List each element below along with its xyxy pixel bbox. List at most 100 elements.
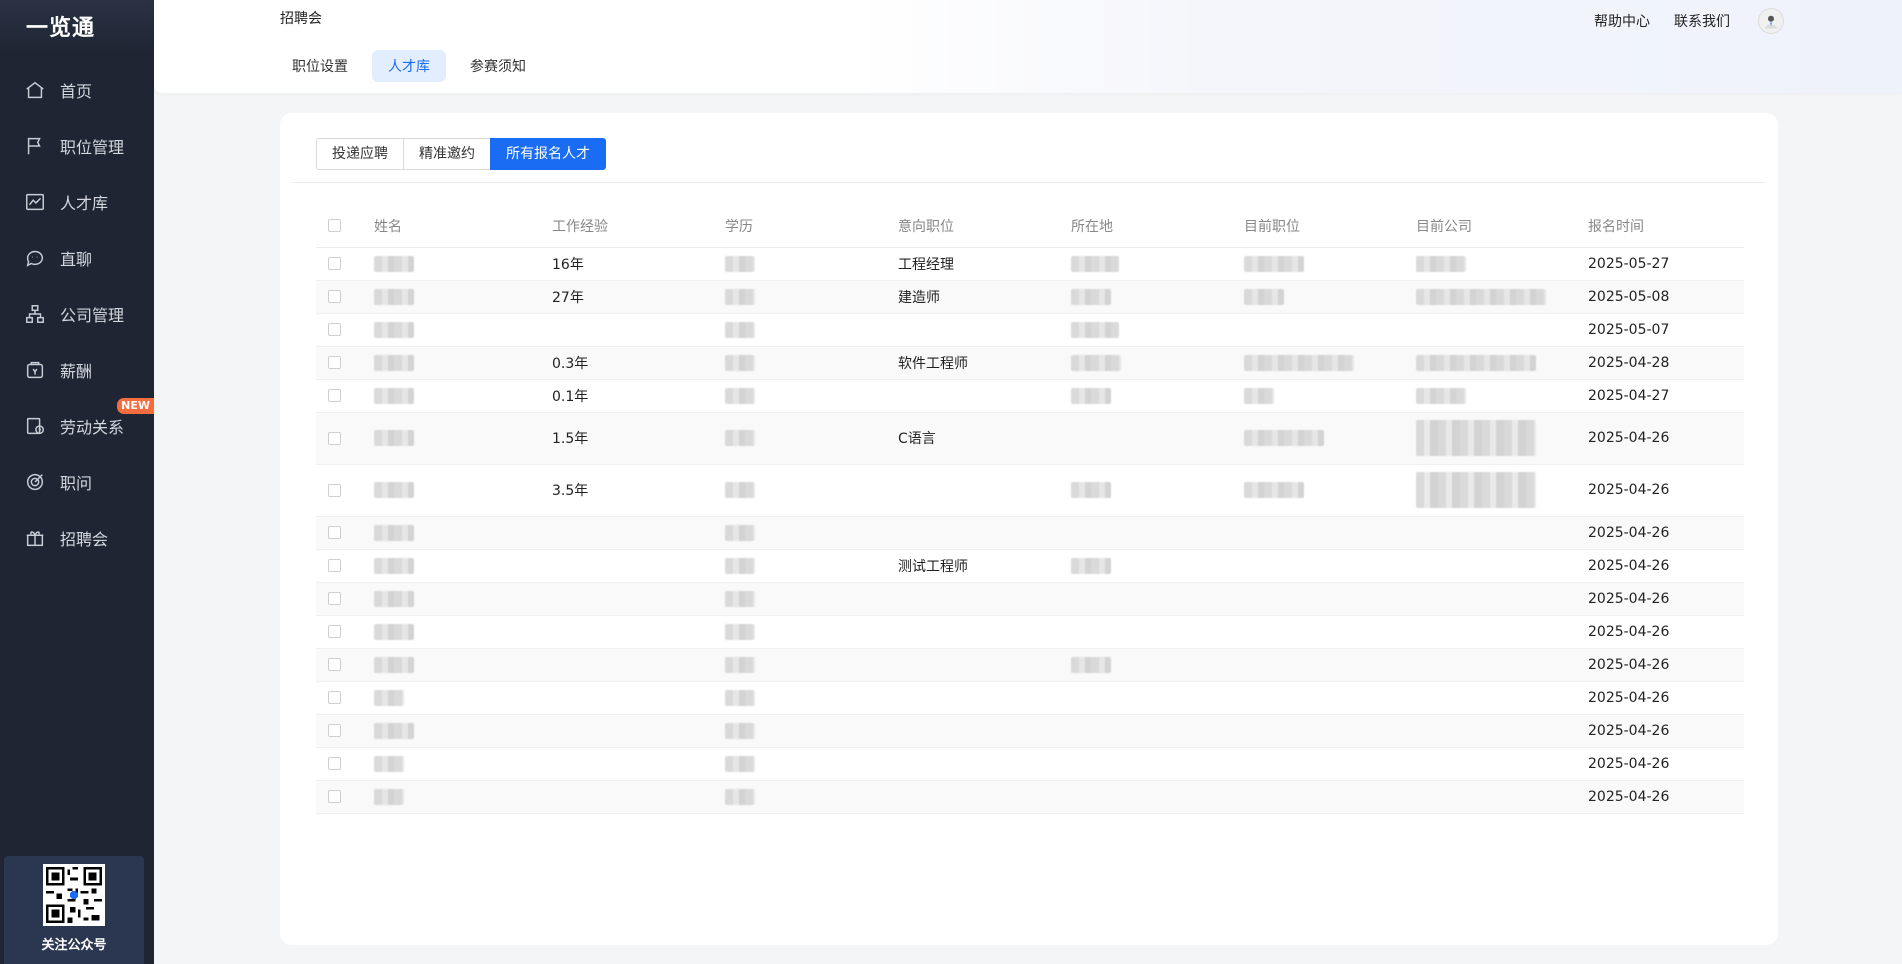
tab-job-settings[interactable]: 职位设置 <box>276 50 364 82</box>
redacted-value <box>374 689 404 706</box>
cell-name <box>374 379 552 413</box>
redacted-value <box>374 623 414 640</box>
row-checkbox[interactable] <box>328 431 341 445</box>
row-checkbox[interactable] <box>328 323 341 336</box>
cell-intended-position <box>898 615 1071 649</box>
cell-intended-position <box>898 464 1071 517</box>
row-select-cell <box>316 280 374 314</box>
redacted-value <box>374 656 414 673</box>
gift-icon <box>24 527 46 549</box>
segment-control: 投递应聘 精准邀约 所有报名人才 <box>316 138 606 170</box>
table-row[interactable]: 2025-04-26 <box>316 615 1744 649</box>
table-row[interactable]: 2025-04-26 <box>316 582 1744 616</box>
table-row[interactable]: 2025-05-07 <box>316 313 1744 347</box>
cell-education <box>725 780 898 814</box>
cell-location <box>1071 648 1244 682</box>
segment-invited[interactable]: 精准邀约 <box>403 138 491 170</box>
row-checkbox[interactable] <box>328 526 341 539</box>
table-row[interactable]: 2025-04-26 <box>316 714 1744 748</box>
cell-experience <box>552 615 725 649</box>
cell-location <box>1071 313 1244 347</box>
table-row[interactable]: 2025-04-26 <box>316 516 1744 550</box>
row-select-cell <box>316 714 374 748</box>
redacted-value <box>374 590 414 607</box>
sidebar-item-jobfair[interactable]: 招聘会 <box>0 510 154 566</box>
redacted-value <box>725 354 755 371</box>
cell-location <box>1071 582 1244 616</box>
sidebar-item-labor[interactable]: 劳动关系 NEW <box>0 398 154 454</box>
cell-name <box>374 412 552 465</box>
sidebar: 一览通 首页 职位管理 人才库 直聊 公司管理 薪酬 劳动关系 NEW 职问 招… <box>0 0 154 964</box>
table-row[interactable]: 0.1年 2025-04-27 <box>316 379 1744 413</box>
cell-experience: 16年 <box>552 247 725 281</box>
cell-experience <box>552 313 725 347</box>
row-select-cell <box>316 464 374 517</box>
sidebar-item-salary[interactable]: 薪酬 <box>0 342 154 398</box>
sidebar-item-chat[interactable]: 直聊 <box>0 230 154 286</box>
table-row[interactable]: 27年 建造师 2025-05-08 <box>316 280 1744 314</box>
row-checkbox[interactable] <box>328 389 341 402</box>
cell-experience <box>552 747 725 781</box>
redacted-value <box>1416 255 1466 272</box>
table-row[interactable]: 2025-04-26 <box>316 747 1744 781</box>
cell-intended-position: 测试工程师 <box>898 549 1071 583</box>
sidebar-item-label: 薪酬 <box>60 362 93 381</box>
table-row[interactable]: 16年 工程经理 2025-05-27 <box>316 247 1744 281</box>
cell-education <box>725 516 898 550</box>
contact-us-link[interactable]: 联系我们 <box>1674 11 1730 31</box>
tab-rules[interactable]: 参赛须知 <box>454 50 542 82</box>
sidebar-item-consult[interactable]: 职问 <box>0 454 154 510</box>
row-checkbox[interactable] <box>328 691 341 704</box>
table-row[interactable]: 2025-04-26 <box>316 780 1744 814</box>
cell-intended-position <box>898 714 1071 748</box>
redacted-value <box>725 557 755 574</box>
row-checkbox[interactable] <box>328 257 341 270</box>
segment-all-registered[interactable]: 所有报名人才 <box>490 138 606 170</box>
cell-name <box>374 582 552 616</box>
cell-registered-time: 2025-04-26 <box>1588 714 1744 748</box>
row-checkbox[interactable] <box>328 790 341 803</box>
app-logo[interactable]: 一览通 <box>0 0 154 52</box>
cell-current-position <box>1244 747 1416 781</box>
row-checkbox[interactable] <box>328 658 341 671</box>
table-row[interactable]: 0.3年 软件工程师 2025-04-28 <box>316 346 1744 380</box>
table-row[interactable]: 2025-04-26 <box>316 681 1744 715</box>
tab-talent-pool[interactable]: 人才库 <box>372 50 446 82</box>
cell-experience <box>552 516 725 550</box>
cell-current-position <box>1244 582 1416 616</box>
sidebar-item-jobs[interactable]: 职位管理 <box>0 118 154 174</box>
row-checkbox[interactable] <box>328 483 341 497</box>
cell-current-company <box>1416 313 1588 347</box>
select-all-checkbox[interactable] <box>328 219 341 233</box>
table-row[interactable]: 2025-04-26 <box>316 648 1744 682</box>
row-checkbox[interactable] <box>328 356 341 369</box>
row-checkbox[interactable] <box>328 625 341 638</box>
row-checkbox[interactable] <box>328 559 341 572</box>
segment-applied[interactable]: 投递应聘 <box>316 138 404 170</box>
cell-intended-position <box>898 516 1071 550</box>
row-checkbox[interactable] <box>328 757 341 770</box>
sidebar-item-label: 职问 <box>60 474 93 493</box>
row-select-cell <box>316 780 374 814</box>
sidebar-item-talent[interactable]: 人才库 <box>0 174 154 230</box>
cell-current-company <box>1416 615 1588 649</box>
table-row[interactable]: 3.5年 2025-04-26 <box>316 464 1744 517</box>
table-row[interactable]: 测试工程师 2025-04-26 <box>316 549 1744 583</box>
avatar[interactable] <box>1758 8 1784 34</box>
cell-registered-time: 2025-04-26 <box>1588 549 1744 583</box>
sidebar-item-company[interactable]: 公司管理 <box>0 286 154 342</box>
row-checkbox[interactable] <box>328 724 341 737</box>
row-checkbox[interactable] <box>328 290 341 303</box>
cell-current-position <box>1244 615 1416 649</box>
cell-registered-time: 2025-04-26 <box>1588 780 1744 814</box>
help-center-link[interactable]: 帮助中心 <box>1594 11 1650 31</box>
cell-registered-time: 2025-04-26 <box>1588 681 1744 715</box>
row-checkbox[interactable] <box>328 592 341 605</box>
cell-registered-time: 2025-04-26 <box>1588 464 1744 517</box>
table-row[interactable]: 1.5年 C语言 2025-04-26 <box>316 412 1744 465</box>
cell-current-position <box>1244 464 1416 517</box>
cell-education <box>725 247 898 281</box>
select-all-cell <box>316 205 374 248</box>
redacted-value <box>1416 354 1536 371</box>
sidebar-item-home[interactable]: 首页 <box>0 62 154 118</box>
